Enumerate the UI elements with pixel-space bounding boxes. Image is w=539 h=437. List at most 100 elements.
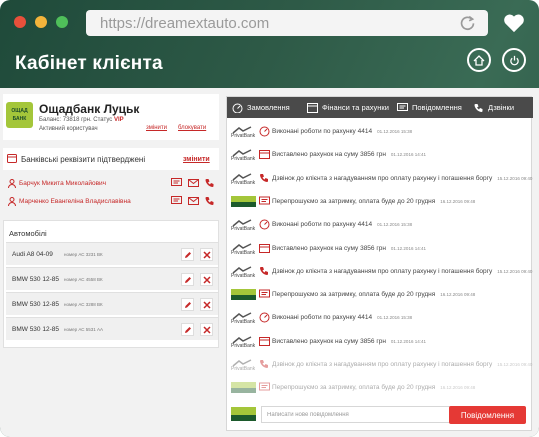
phone-icon[interactable] [204, 178, 215, 188]
message-row[interactable]: Перепрошуємо за затримку, оплата буде до… [227, 192, 533, 211]
tab-label: Фінанси та рахунки [322, 103, 389, 112]
message-time: 01.12.2016 15:38 [377, 129, 413, 134]
client-sidebar: ОЩАД БАНК Ощадбанк Луцьк Баланс: 73818 г… [3, 94, 219, 352]
message-time: 16.12.2016 09:48 [440, 385, 476, 391]
change-link[interactable]: змінити [146, 125, 167, 131]
delete-car-button[interactable] [200, 298, 213, 311]
address-bar[interactable]: https://dreamextauto.com [86, 10, 488, 36]
message-row[interactable]: PrivatBank Виставлено рахунок на суму 385… [227, 239, 533, 258]
balance-line: Баланс: 73818 грн. Статус [39, 117, 113, 123]
message-row[interactable]: PrivatBank Виконані роботи по рахунку 441… [227, 122, 533, 141]
oschadbank-logo [231, 289, 256, 301]
car-row: Audi A8 04-09 номер АС 3231 ВК [6, 242, 218, 265]
delete-car-button[interactable] [200, 248, 213, 261]
message-body: Дзвінок до клієнта з нагадуванням про оп… [272, 361, 493, 368]
pencil-icon [184, 251, 191, 258]
message-text: Перепрошуємо за затримку, оплата буде до… [272, 198, 475, 205]
svg-text:PrivatBank: PrivatBank [231, 343, 256, 347]
svg-text:PrivatBank: PrivatBank [231, 180, 256, 184]
speedometer-icon [259, 312, 270, 323]
edit-car-button[interactable] [181, 273, 194, 286]
speedometer-icon [259, 219, 270, 230]
message-row[interactable]: Перепрошуємо за затримку, оплата буде до… [227, 378, 533, 397]
tab-calls[interactable]: Дзвінки [473, 97, 514, 118]
message-body: Дзвінок до клієнта з нагадуванням про оп… [272, 174, 493, 182]
delete-car-button[interactable] [200, 323, 213, 336]
page-title: Кабінет клієнта [15, 53, 163, 74]
url-text: https://dreamextauto.com [100, 14, 270, 32]
message-row[interactable]: PrivatBank Виставлено рахунок на суму 385… [227, 332, 533, 351]
close-icon [202, 300, 211, 309]
edit-car-button[interactable] [181, 298, 194, 311]
chat-icon[interactable] [171, 178, 182, 188]
tab-label: Дзвінки [488, 103, 515, 112]
privatbank-logo: PrivatBank [231, 219, 256, 230]
phone-icon[interactable] [204, 196, 215, 206]
finance-icon [259, 243, 270, 253]
maximize-window-button[interactable] [56, 16, 68, 28]
finance-icon [259, 150, 270, 160]
message-row[interactable]: Перепрошуємо за затримку, оплата буде до… [227, 285, 533, 304]
new-message-input[interactable] [261, 406, 451, 423]
close-window-button[interactable] [14, 16, 26, 28]
svg-text:PrivatBank: PrivatBank [231, 273, 256, 277]
status-badge: VIP [113, 117, 124, 123]
message-row[interactable]: PrivatBank Дзвінок до клієнта з нагадуван… [227, 262, 533, 281]
message-row[interactable]: PrivatBank Виставлено рахунок на суму 385… [227, 145, 533, 164]
message-body: Виконані роботи по рахунку 4414 [272, 128, 373, 135]
phone-icon [260, 173, 268, 182]
mail-icon[interactable] [188, 178, 199, 188]
svg-text:PrivatBank: PrivatBank [231, 156, 256, 160]
message-icon [259, 382, 270, 391]
power-icon [509, 55, 519, 65]
pencil-icon [184, 326, 191, 333]
logout-button[interactable] [502, 48, 526, 72]
contact-person: Барчук Микита Миколайович [3, 174, 219, 193]
car-row: BMW 530 12-85 номер АС 5531 АА [6, 317, 218, 340]
message-time: 15.12.2016 09:40 [497, 362, 533, 367]
bank-logo: ОЩАД БАНК [6, 102, 33, 128]
message-time: 01.12.2016 14:41 [390, 152, 426, 158]
message-body: Дзвінок до клієнта з нагадуванням про оп… [272, 267, 493, 275]
tab-orders[interactable]: Замовлення [232, 97, 290, 118]
message-row[interactable]: PrivatBank Дзвінок до клієнта з нагадуван… [227, 355, 533, 374]
car-model: Audi A8 04-09 [12, 251, 53, 258]
oschadbank-logo [231, 382, 256, 394]
tab-finance[interactable]: Фінанси та рахунки [307, 97, 389, 118]
reload-icon[interactable] [459, 14, 476, 31]
send-message-button[interactable]: Повідомлення [449, 406, 526, 424]
car-row: BMW 530 12-85 номер АС 3288 ВК [6, 292, 218, 315]
finance-icon [259, 336, 270, 346]
car-row: BMW 530 12-85 номер АС 4558 ВК [6, 267, 218, 290]
mail-icon[interactable] [188, 196, 199, 206]
car-number: номер АС 3288 ВК [64, 302, 103, 307]
speedometer-icon [259, 126, 270, 137]
car-model: BMW 530 12-85 [12, 326, 59, 333]
message-time: 15.12.2016 09:40 [497, 268, 533, 274]
tab-messages[interactable]: Повідомлення [397, 97, 462, 118]
requisites-text: Банківські реквізити підтверджені [21, 154, 146, 164]
message-row[interactable]: PrivatBank Виконані роботи по рахунку 441… [227, 308, 533, 327]
person-name: Барчук Микита Миколайович [19, 180, 107, 187]
message-text: Виконані роботи по рахунку 4414 01.12.201… [272, 221, 412, 228]
privatbank-logo: PrivatBank [231, 242, 256, 254]
card-icon [7, 154, 17, 163]
block-link[interactable]: блокувати [178, 125, 206, 131]
minimize-window-button[interactable] [35, 16, 47, 28]
delete-car-button[interactable] [200, 273, 213, 286]
edit-car-button[interactable] [181, 323, 194, 336]
home-button[interactable] [467, 48, 491, 72]
cars-header: Автомобілі [9, 229, 47, 238]
edit-car-button[interactable] [181, 248, 194, 261]
message-body: Перепрошуємо за затримку, оплата буде до… [272, 197, 436, 205]
message-row[interactable]: PrivatBank Дзвінок до клієнта з нагадуван… [227, 169, 533, 188]
oschadbank-logo [231, 195, 256, 207]
chat-icon[interactable] [171, 196, 182, 206]
finance-icon [307, 102, 318, 113]
message-text: Виконані роботи по рахунку 4414 01.12.201… [272, 314, 412, 321]
message-row[interactable]: PrivatBank Виконані роботи по рахунку 441… [227, 215, 533, 234]
user-icon [8, 197, 16, 206]
heart-icon[interactable] [503, 13, 525, 33]
svg-text:PrivatBank: PrivatBank [231, 226, 256, 230]
requisites-change-link[interactable]: змінити [183, 156, 210, 163]
